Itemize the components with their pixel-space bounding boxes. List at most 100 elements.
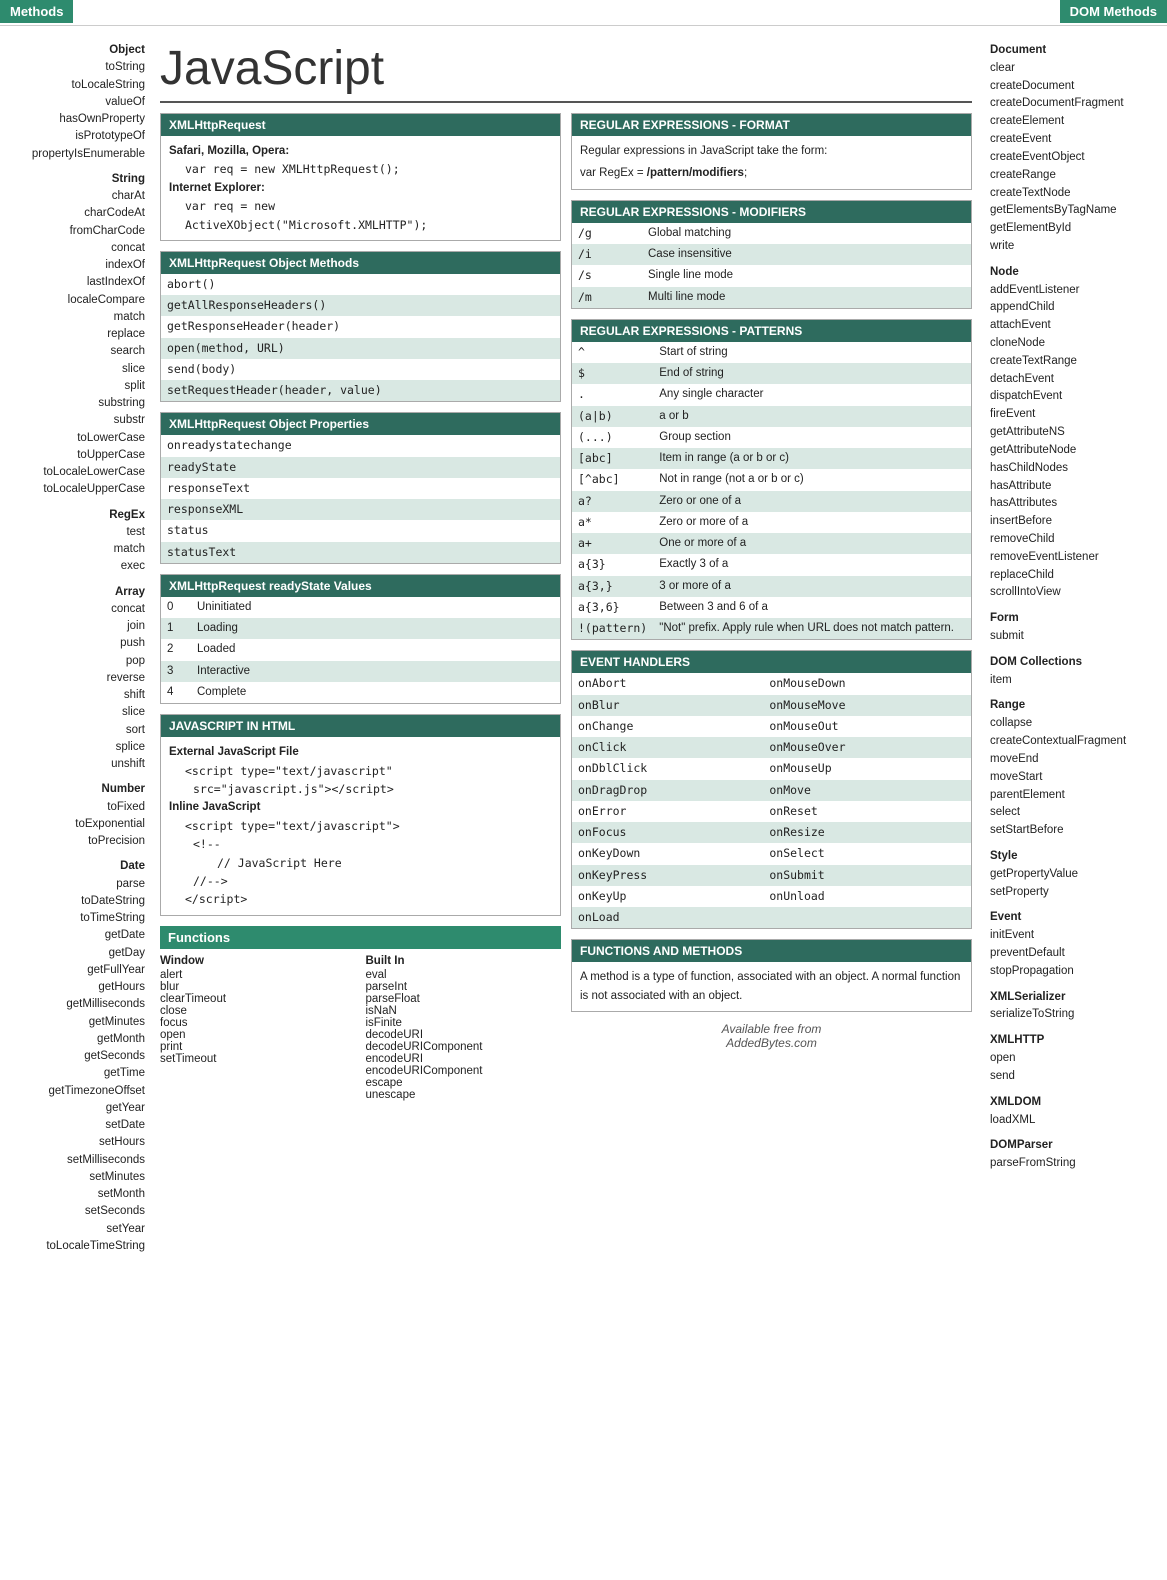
node-section-title: Node (990, 264, 1162, 282)
array-slice: slice (5, 704, 145, 721)
string-tolocalelowercase: toLocaleLowerCase (5, 464, 145, 481)
date-parse: parse (5, 876, 145, 893)
regex-match: match (5, 541, 145, 558)
number-toexponential: toExponential (5, 816, 145, 833)
methods-table: abort() getAllResponseHeaders() getRespo… (161, 274, 560, 402)
string-charcodeat: charCodeAt (5, 205, 145, 222)
node-dispatchevent: dispatchEvent (990, 388, 1162, 406)
state-row-0: 0Uninitiated (161, 597, 560, 618)
regex-modifiers-header: REGULAR EXPRESSIONS - MODIFIERS (572, 201, 971, 223)
fn-alert: alert (160, 969, 356, 981)
regex-mod-s-desc: Single line mode (642, 265, 971, 286)
ie-code2: ActiveXObject("Microsoft.XMLHTTP"); (185, 216, 552, 234)
method-send: send(body) (161, 359, 560, 380)
fn-cleartimeout: clearTimeout (160, 993, 356, 1005)
regex-pat-row-9: a+One or more of a (572, 533, 971, 554)
regex-pat-row-10: a{3}Exactly 3 of a (572, 554, 971, 575)
prop-row-3: responseXML (161, 499, 560, 520)
event-row-3: onClickonMouseOver (572, 737, 971, 758)
regex-mod-g-desc: Global matching (642, 223, 971, 244)
method-getallresponseheaders: getAllResponseHeaders() (161, 295, 560, 316)
event-row-0: onAbortonMouseDown (572, 673, 971, 694)
dom-methods-header: DOM Methods (1060, 0, 1167, 23)
doc-getelementbyid: getElementById (990, 220, 1162, 238)
state-4-val: 4 (161, 682, 191, 703)
regex-section-title: RegEx (5, 507, 145, 524)
functions-section: Functions Window alert blur clearTimeout… (160, 926, 561, 1101)
state-1-label: Loading (191, 618, 560, 639)
external-js-line2: src="javascript.js"></script> (193, 780, 552, 798)
footer-line1: Available free from (571, 1022, 972, 1036)
regex-mod-row-0: /gGlobal matching (572, 223, 971, 244)
regex-pat-a3c: a{3,} (572, 576, 653, 597)
string-search: search (5, 343, 145, 360)
range-parentelement: parentElement (990, 787, 1162, 805)
method-setrequestheader: setRequestHeader(header, value) (161, 380, 560, 401)
regex-modifiers-table: /gGlobal matching /iCase insensitive /sS… (572, 223, 971, 308)
string-indexof: indexOf (5, 257, 145, 274)
doc-clear: clear (990, 60, 1162, 78)
node-insertbefore: insertBefore (990, 513, 1162, 531)
prop-readystate: readyState (161, 457, 560, 478)
regex-pat-a3: a{3} (572, 554, 653, 575)
left-sidebar: Object toString toLocaleString valueOf h… (0, 26, 150, 1263)
domparser-section-title: DOMParser (990, 1137, 1162, 1155)
date-todatestring: toDateString (5, 893, 145, 910)
builtin-functions-col: Built In eval parseInt parseFloat isNaN … (366, 955, 562, 1101)
xmldom-loadxml: loadXML (990, 1112, 1162, 1130)
fn-isfinite: isFinite (366, 1017, 562, 1029)
event-onmouseout: onMouseOut (763, 716, 971, 737)
date-totimestring: toTimeString (5, 910, 145, 927)
date-setyear: setYear (5, 1221, 145, 1238)
event-row-5: onDragDroponMove (572, 780, 971, 801)
date-setmonth: setMonth (5, 1186, 145, 1203)
date-sethours: setHours (5, 1134, 145, 1151)
date-getdate: getDate (5, 927, 145, 944)
date-tolocaletimestring: toLocaleTimeString (5, 1238, 145, 1255)
regex-pat-row-8: a*Zero or more of a (572, 512, 971, 533)
inline-js-line5: </script> (185, 890, 552, 908)
date-getmilliseconds: getMilliseconds (5, 996, 145, 1013)
regex-pat-caret: ^ (572, 342, 653, 363)
fn-encodeuri: encodeURI (366, 1053, 562, 1065)
regex-mod-m-desc: Multi line mode (642, 287, 971, 308)
regex-mod-row-2: /sSingle line mode (572, 265, 971, 286)
object-hasownproperty: hasOwnProperty (5, 111, 145, 128)
page-title: JavaScript (160, 41, 972, 103)
node-appendchild: appendChild (990, 299, 1162, 317)
doc-createrange: createRange (990, 167, 1162, 185)
string-match: match (5, 309, 145, 326)
footer-line2: AddedBytes.com (571, 1036, 972, 1050)
regex-pat-not-desc: "Not" prefix. Apply rule when URL does n… (653, 618, 971, 639)
center-right-col: REGULAR EXPRESSIONS - FORMAT Regular exp… (571, 113, 972, 1101)
array-unshift: unshift (5, 756, 145, 773)
regex-pat-a36-desc: Between 3 and 6 of a (653, 597, 971, 618)
doc-createdocument: createDocument (990, 78, 1162, 96)
array-section-title: Array (5, 584, 145, 601)
prop-onreadystatechange: onreadystatechange (161, 435, 560, 456)
regex-pat-row-13: !(pattern)"Not" prefix. Apply rule when … (572, 618, 971, 639)
state-2-val: 2 (161, 639, 191, 660)
javascript-in-html-content: External JavaScript File <script type="t… (161, 737, 560, 915)
date-setdate: setDate (5, 1117, 145, 1134)
array-concat: concat (5, 601, 145, 618)
fn-unescape: unescape (366, 1089, 562, 1101)
fn-decodeuri: decodeURI (366, 1029, 562, 1041)
readystate-header: XMLHttpRequest readyState Values (161, 575, 560, 597)
node-haschildnodes: hasChildNodes (990, 460, 1162, 478)
node-clonenode: cloneNode (990, 335, 1162, 353)
event-onkeyup: onKeyUp (572, 886, 763, 907)
prop-responsexml: responseXML (161, 499, 560, 520)
regex-pat-aplus-desc: One or more of a (653, 533, 971, 554)
string-lastindexof: lastIndexOf (5, 274, 145, 291)
fn-parseint: parseInt (366, 981, 562, 993)
event-row-4: onDblClickonMouseUp (572, 758, 971, 779)
xmlhttprequest-properties-box: XMLHttpRequest Object Properties onready… (160, 412, 561, 564)
fn-blur: blur (160, 981, 356, 993)
properties-table: onreadystatechange readyState responseTe… (161, 435, 560, 563)
window-col-title: Window (160, 955, 356, 967)
event-ondblclick: onDblClick (572, 758, 763, 779)
regex-mod-i: /i (572, 244, 642, 265)
date-setmilliseconds: setMilliseconds (5, 1152, 145, 1169)
ie-code1: var req = new (185, 197, 552, 215)
